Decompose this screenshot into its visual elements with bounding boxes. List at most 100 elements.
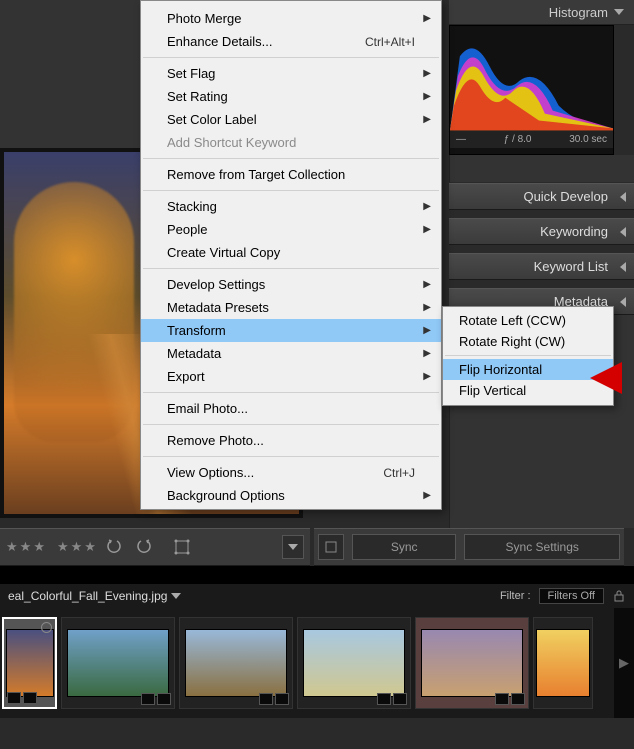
menu-remove-target[interactable]: Remove from Target Collection — [141, 163, 441, 186]
submenu-flip-vertical[interactable]: Flip Vertical — [443, 380, 613, 401]
separator-bar — [0, 566, 634, 584]
sync-settings-button[interactable]: Sync Settings — [464, 534, 620, 560]
workspace-background — [0, 0, 140, 148]
thumbnail[interactable] — [297, 617, 411, 709]
submenu-arrow-icon: ▶ — [423, 325, 431, 336]
star-icon[interactable]: ★ — [6, 539, 18, 555]
panel-quick-develop[interactable]: Quick Develop — [449, 183, 634, 210]
sync-button[interactable]: Sync — [352, 534, 456, 560]
rating-stars-2[interactable]: ★ ★ ★ — [57, 539, 96, 555]
menu-develop-settings[interactable]: Develop Settings ▶ — [141, 273, 441, 296]
menu-enhance-details[interactable]: Enhance Details... Ctrl+Alt+I — [141, 30, 441, 53]
chevron-down-icon — [614, 9, 624, 15]
histogram-chart — [450, 26, 613, 131]
menu-background-options[interactable]: Background Options ▶ — [141, 484, 441, 507]
context-menu: Photo Merge ▶ Enhance Details... Ctrl+Al… — [140, 0, 442, 510]
submenu-arrow-icon: ▶ — [423, 201, 431, 212]
panel-keyword-list[interactable]: Keyword List — [449, 253, 634, 280]
menu-remove-photo[interactable]: Remove Photo... — [141, 429, 441, 452]
menu-label: Create Virtual Copy — [167, 245, 280, 260]
submenu-arrow-icon: ▶ — [423, 371, 431, 382]
histogram-header[interactable]: Histogram — [449, 0, 634, 25]
menu-email-photo[interactable]: Email Photo... — [141, 397, 441, 420]
filmstrip[interactable] — [0, 608, 634, 718]
toolbar-dropdown[interactable] — [282, 535, 304, 559]
menu-shortcut: Ctrl+Alt+I — [365, 35, 415, 49]
thumbnail-selected[interactable] — [2, 617, 57, 709]
star-icon[interactable]: ★ — [71, 539, 83, 555]
thumbnail-image — [421, 629, 523, 697]
filmstrip-scroll-right[interactable]: ▶ — [614, 608, 634, 718]
sync-toggle-button[interactable] — [318, 534, 344, 560]
rotate-cw-button[interactable] — [132, 535, 156, 559]
menu-create-virtual-copy[interactable]: Create Virtual Copy — [141, 241, 441, 264]
thumbnail[interactable] — [415, 617, 529, 709]
menu-photo-merge[interactable]: Photo Merge ▶ — [141, 7, 441, 30]
menu-metadata-presets[interactable]: Metadata Presets ▶ — [141, 296, 441, 319]
filename-dropdown-icon[interactable] — [171, 593, 181, 599]
filter-select[interactable]: Filters Off — [539, 588, 604, 604]
menu-shortcut: Ctrl+J — [383, 466, 415, 480]
menu-set-flag[interactable]: Set Flag ▶ — [141, 62, 441, 85]
menu-label: View Options... — [167, 465, 254, 480]
menu-label: Background Options — [167, 488, 285, 503]
menu-label: Enhance Details... — [167, 34, 273, 49]
menu-set-rating[interactable]: Set Rating ▶ — [141, 85, 441, 108]
menu-separator — [143, 158, 439, 159]
menu-metadata[interactable]: Metadata ▶ — [141, 342, 441, 365]
menu-export[interactable]: Export ▶ — [141, 365, 441, 388]
submenu-arrow-icon: ▶ — [423, 490, 431, 501]
menu-label: Stacking — [167, 199, 217, 214]
current-filename[interactable]: eal_Colorful_Fall_Evening.jpg — [8, 589, 167, 603]
menu-label: Develop Settings — [167, 277, 265, 292]
menu-people[interactable]: People ▶ — [141, 218, 441, 241]
menu-label: Rotate Right (CW) — [459, 334, 565, 349]
star-icon[interactable]: ★ — [20, 539, 32, 555]
badge-icon — [495, 693, 509, 705]
histogram-label: Histogram — [549, 5, 608, 20]
filter-strip: eal_Colorful_Fall_Evening.jpg Filter : F… — [0, 584, 634, 608]
histogram-footer: — ƒ / 8.0 30.0 sec — [450, 131, 613, 148]
thumbnail[interactable] — [533, 617, 593, 709]
histogram-panel[interactable]: — ƒ / 8.0 30.0 sec — [449, 25, 614, 155]
crop-overlay-button[interactable] — [170, 535, 194, 559]
menu-label: Flip Horizontal — [459, 362, 542, 377]
annotation-arrow-icon — [590, 362, 622, 394]
panel-label: Quick Develop — [523, 189, 608, 204]
panel-keywording[interactable]: Keywording — [449, 218, 634, 245]
submenu-rotate-right[interactable]: Rotate Right (CW) — [443, 331, 613, 352]
badge-icon — [141, 693, 155, 705]
lock-icon[interactable] — [612, 589, 626, 603]
panel-label: Keyword List — [534, 259, 608, 274]
menu-transform[interactable]: Transform ▶ — [141, 319, 441, 342]
menu-separator — [445, 355, 611, 356]
badge-icon — [23, 692, 37, 704]
menu-view-options[interactable]: View Options... Ctrl+J — [141, 461, 441, 484]
rotate-ccw-button[interactable] — [102, 535, 126, 559]
chevron-left-icon — [620, 192, 626, 202]
badge-icon — [511, 693, 525, 705]
menu-stacking[interactable]: Stacking ▶ — [141, 195, 441, 218]
sync-toolbar: Sync Sync Settings — [314, 528, 624, 566]
chevron-left-icon — [620, 227, 626, 237]
thumbnail[interactable] — [179, 617, 293, 709]
menu-label: Rotate Left (CCW) — [459, 313, 566, 328]
star-icon[interactable]: ★ — [33, 539, 45, 555]
panel-label: Keywording — [540, 224, 608, 239]
menu-label: Photo Merge — [167, 11, 241, 26]
submenu-rotate-left[interactable]: Rotate Left (CCW) — [443, 310, 613, 331]
submenu-flip-horizontal[interactable]: Flip Horizontal — [443, 359, 613, 380]
menu-set-color-label[interactable]: Set Color Label ▶ — [141, 108, 441, 131]
bottom-bar — [0, 718, 634, 749]
menu-separator — [143, 424, 439, 425]
thumbnail[interactable] — [61, 617, 175, 709]
menu-label: Remove Photo... — [167, 433, 264, 448]
rating-stars[interactable]: ★ ★ ★ — [6, 539, 45, 555]
sync-settings-label: Sync Settings — [506, 540, 579, 554]
menu-separator — [143, 456, 439, 457]
menu-label: Metadata — [167, 346, 221, 361]
flag-circle-icon[interactable] — [41, 622, 52, 633]
histo-shutter: 30.0 sec — [569, 134, 607, 145]
star-icon[interactable]: ★ — [57, 539, 69, 555]
star-icon[interactable]: ★ — [84, 539, 96, 555]
